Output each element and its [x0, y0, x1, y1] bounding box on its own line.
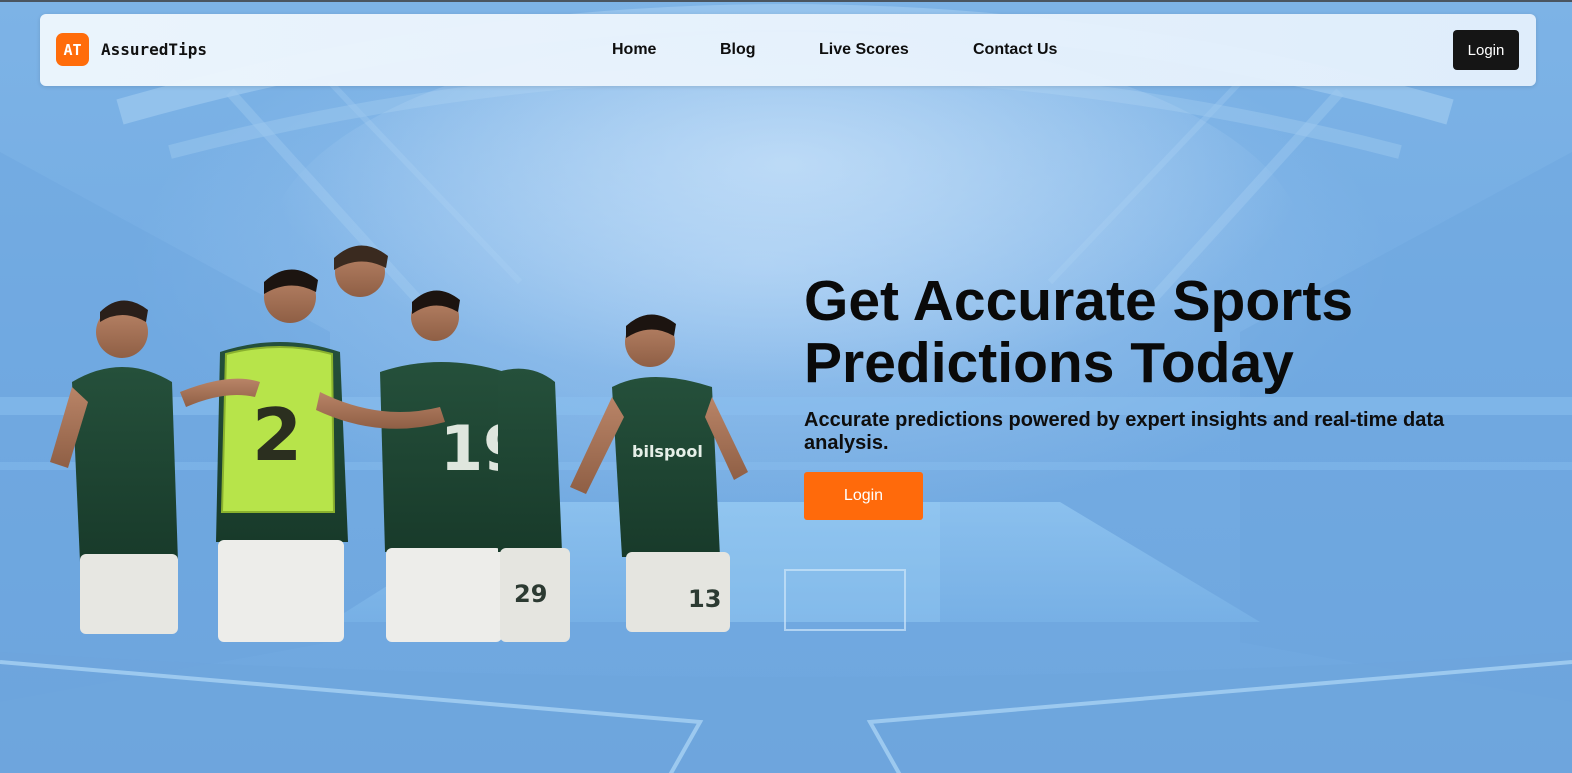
brand-name: AssuredTips: [101, 40, 207, 59]
hero-subtitle: Accurate predictions powered by expert i…: [804, 409, 1445, 454]
nav-login-button[interactable]: Login: [1453, 30, 1519, 70]
hero-login-button[interactable]: Login: [804, 472, 923, 520]
brand-logo[interactable]: AT AssuredTips: [56, 33, 207, 66]
nav-link-blog[interactable]: Blog: [720, 41, 756, 59]
players-celebration-image: 2 19 29 bilspool 13: [50, 245, 748, 642]
svg-text:29: 29: [514, 580, 547, 608]
nav-link-contact-us[interactable]: Contact Us: [973, 41, 1057, 59]
hero-title: Get Accurate Sports Predictions Today: [804, 269, 1354, 395]
logo-badge-icon: AT: [56, 33, 89, 66]
nav-link-live-scores[interactable]: Live Scores: [819, 41, 909, 59]
nav-link-home[interactable]: Home: [612, 41, 656, 59]
navbar: AT AssuredTips Home Blog Live Scores Con…: [40, 14, 1536, 86]
svg-text:2: 2: [252, 393, 302, 477]
landing-page: AT AssuredTips Home Blog Live Scores Con…: [0, 0, 1572, 773]
svg-text:bilspool: bilspool: [632, 442, 703, 461]
svg-text:13: 13: [688, 585, 721, 613]
